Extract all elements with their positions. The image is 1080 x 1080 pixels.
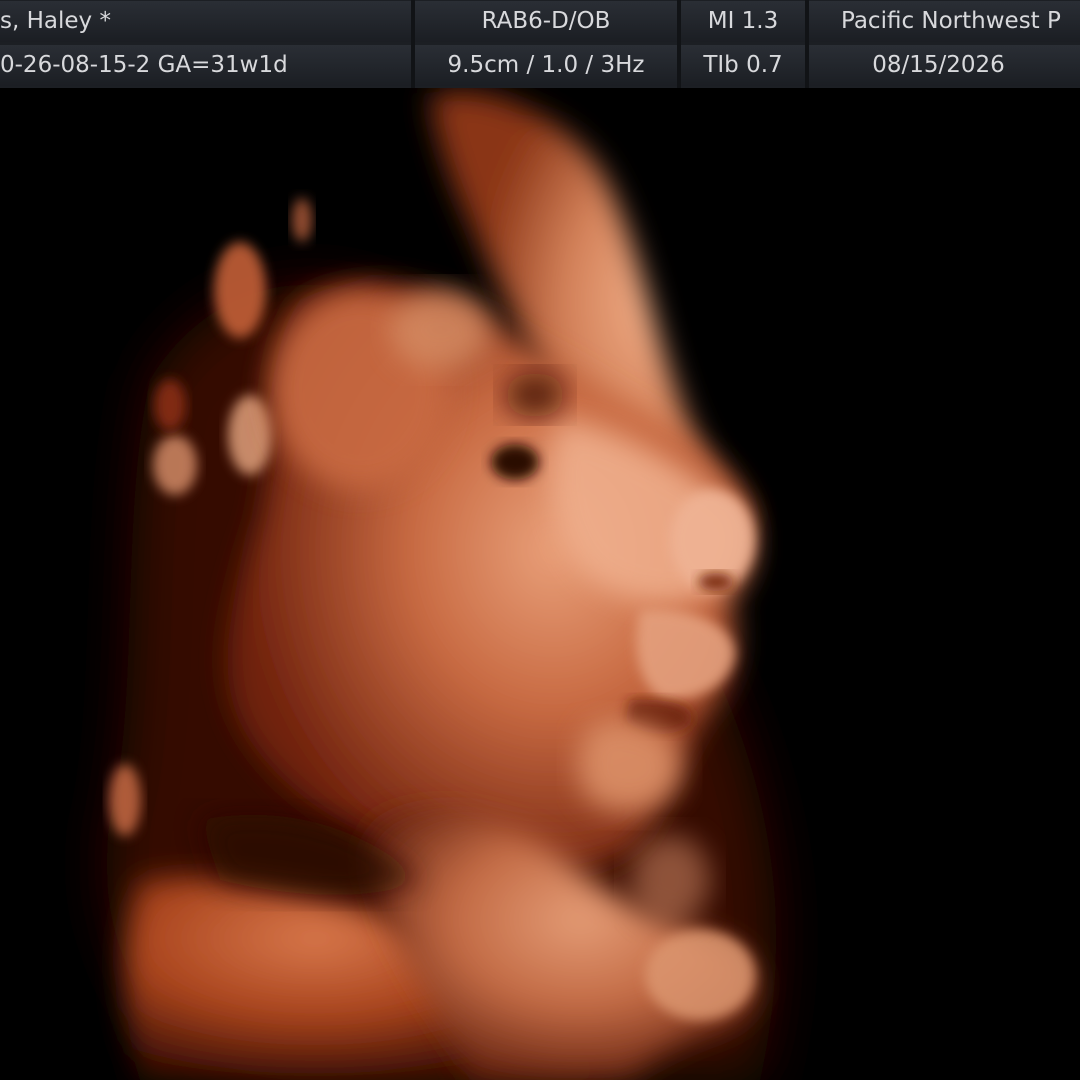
- render-viewport[interactable]: [0, 88, 1080, 1080]
- exam-date: 08/15/2026: [809, 45, 1080, 86]
- patient-name: s, Haley *: [0, 1, 411, 42]
- column-divider: [805, 0, 809, 88]
- column-divider: [677, 0, 681, 88]
- depth-frequency: 9.5cm / 1.0 / 3Hz: [415, 45, 677, 86]
- mechanical-index: MI 1.3: [681, 1, 805, 42]
- institution-name: Pacific Northwest P: [809, 1, 1080, 42]
- probe-preset: RAB6-D/OB: [415, 1, 677, 42]
- thermal-index-bone: TIb 0.7: [681, 45, 805, 86]
- column-divider: [411, 0, 415, 88]
- patient-id-gestational-age: 0-26-08-15-2 GA=31w1d: [0, 45, 411, 86]
- info-bar: s, Haley * 0-26-08-15-2 GA=31w1d RAB6-D/…: [0, 0, 1080, 88]
- ultrasound-screen: s, Haley * 0-26-08-15-2 GA=31w1d RAB6-D/…: [0, 0, 1080, 1080]
- fetal-3d-render: [106, 91, 777, 1080]
